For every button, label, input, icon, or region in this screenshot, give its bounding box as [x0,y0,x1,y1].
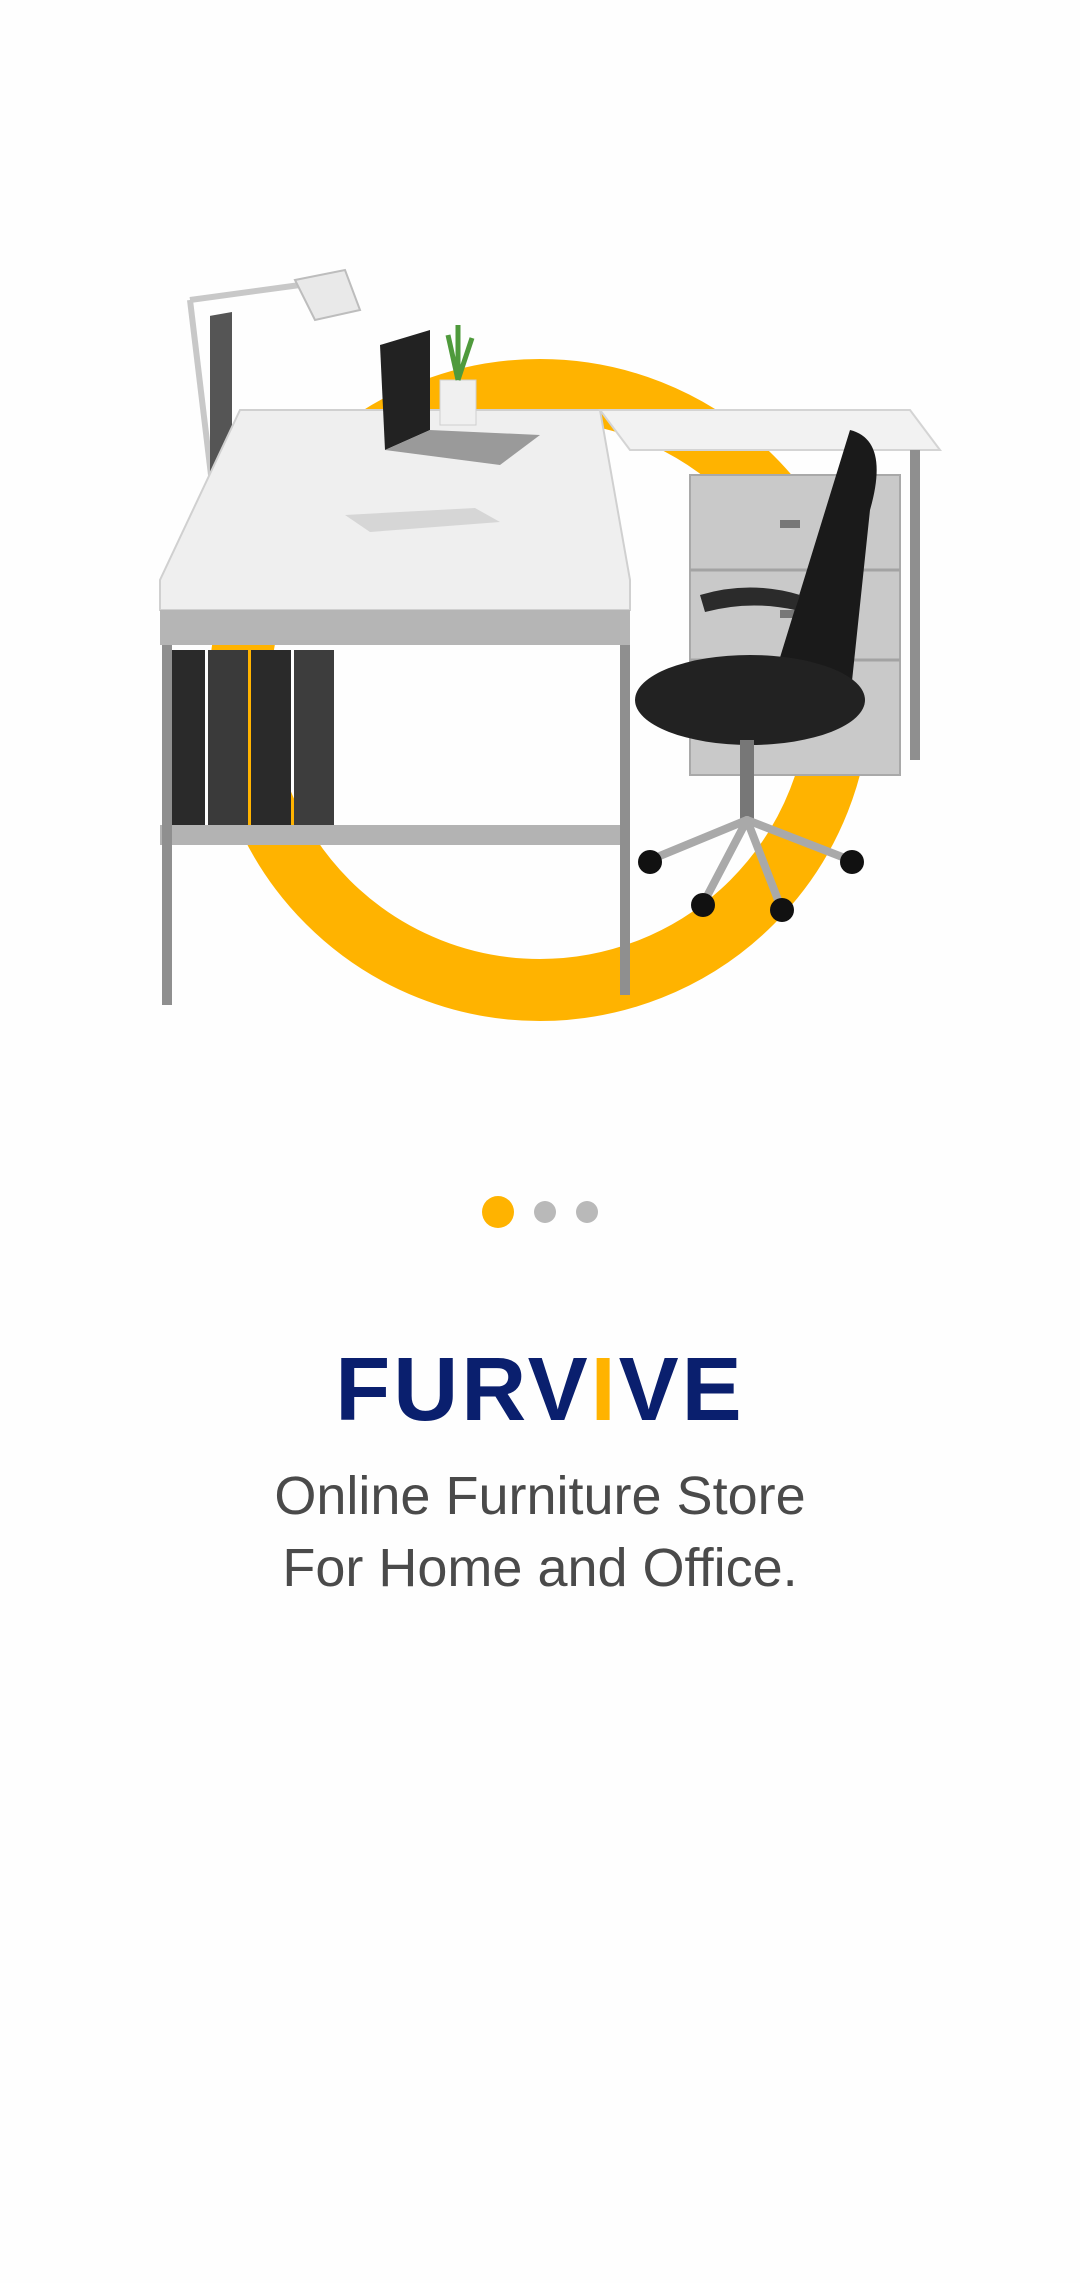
tagline: Online Furniture Store For Home and Offi… [0,1460,1080,1604]
brand-accent-letter: I [590,1340,619,1440]
page-dot-3[interactable] [576,1201,598,1223]
hero-image [159,268,942,1021]
brand-part-2: VE [618,1340,745,1440]
brand-part-1: FURV [335,1340,591,1440]
office-desk-illustration [130,250,950,1070]
tagline-line-1: Online Furniture Store [274,1466,806,1526]
page-indicator[interactable] [0,1196,1080,1228]
tagline-line-2: For Home and Office. [282,1538,798,1598]
brand-logo: FURVIVE [0,1340,1080,1440]
page-dot-1[interactable] [482,1196,514,1228]
onboarding-screen: FURVIVE Online Furniture Store For Home … [0,0,1080,2283]
page-dot-2[interactable] [534,1201,556,1223]
